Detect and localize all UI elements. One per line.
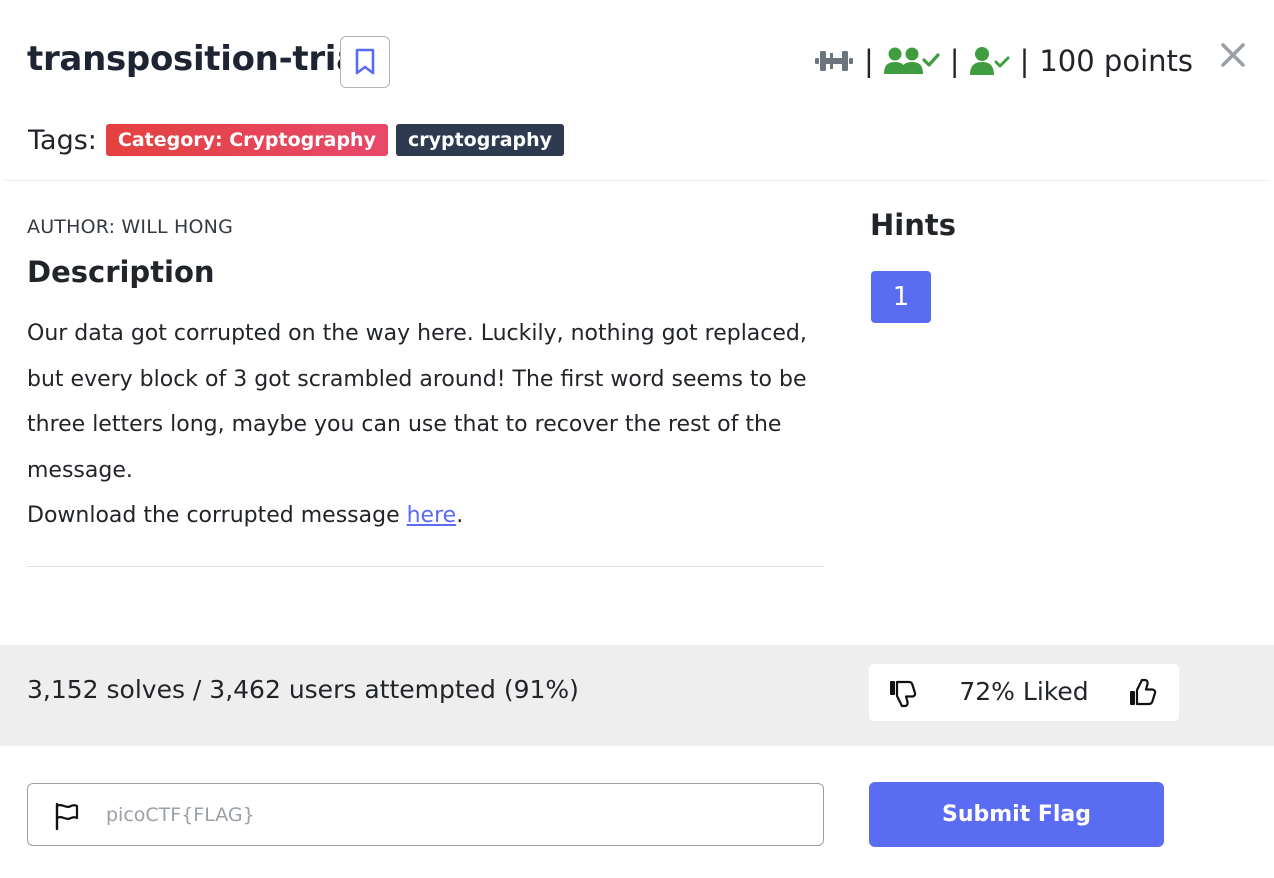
header-divider	[5, 180, 1269, 181]
close-icon[interactable]	[1218, 40, 1248, 70]
solves-summary: 3,152 solves / 3,462 users attempted (91…	[27, 675, 579, 704]
bookmark-button[interactable]	[340, 36, 390, 88]
flag-input[interactable]	[106, 792, 806, 837]
hints-heading: Hints	[870, 208, 956, 242]
download-link[interactable]: here	[407, 503, 457, 528]
tag-category-cryptography[interactable]: Category: Cryptography	[105, 124, 388, 156]
flag-input-container	[27, 783, 824, 846]
page-title: transposition-trial	[27, 39, 371, 79]
description-divider	[27, 566, 824, 567]
bookmark-icon	[355, 48, 375, 75]
submit-flag-button[interactable]: Submit Flag	[869, 782, 1164, 847]
user-check-icon	[969, 47, 1010, 75]
hint-button-1[interactable]: 1	[871, 271, 931, 323]
users-check-icon	[883, 47, 940, 74]
dumbbell-icon	[815, 51, 853, 71]
description-heading: Description	[27, 255, 215, 289]
tags-label: Tags:	[28, 124, 97, 156]
author-label: AUTHOR: WILL HONG	[27, 216, 233, 238]
thumbs-up-icon[interactable]	[1128, 678, 1158, 708]
download-prefix: Download the corrupted message	[27, 503, 407, 529]
stats-separator: |	[864, 44, 874, 78]
tag-cryptography[interactable]: cryptography	[395, 124, 565, 156]
tags-row: Tags: Category: Cryptography cryptograph…	[28, 124, 572, 156]
challenge-header: transposition-trial | | | 100 points Tag…	[0, 0, 1274, 180]
description-paragraph: Our data got corrupted on the way here. …	[27, 321, 807, 483]
flag-icon	[55, 802, 79, 831]
challenge-stats: | | | 100 points	[814, 40, 1193, 82]
stats-separator: |	[1019, 44, 1030, 78]
description-body: Our data got corrupted on the way here. …	[27, 311, 827, 539]
stats-separator: |	[949, 44, 960, 78]
rating-box: 72% Liked	[869, 664, 1179, 721]
points-value: 100 points	[1039, 44, 1193, 78]
download-line: Download the corrupted message here.	[27, 493, 827, 539]
download-suffix: .	[456, 503, 464, 529]
